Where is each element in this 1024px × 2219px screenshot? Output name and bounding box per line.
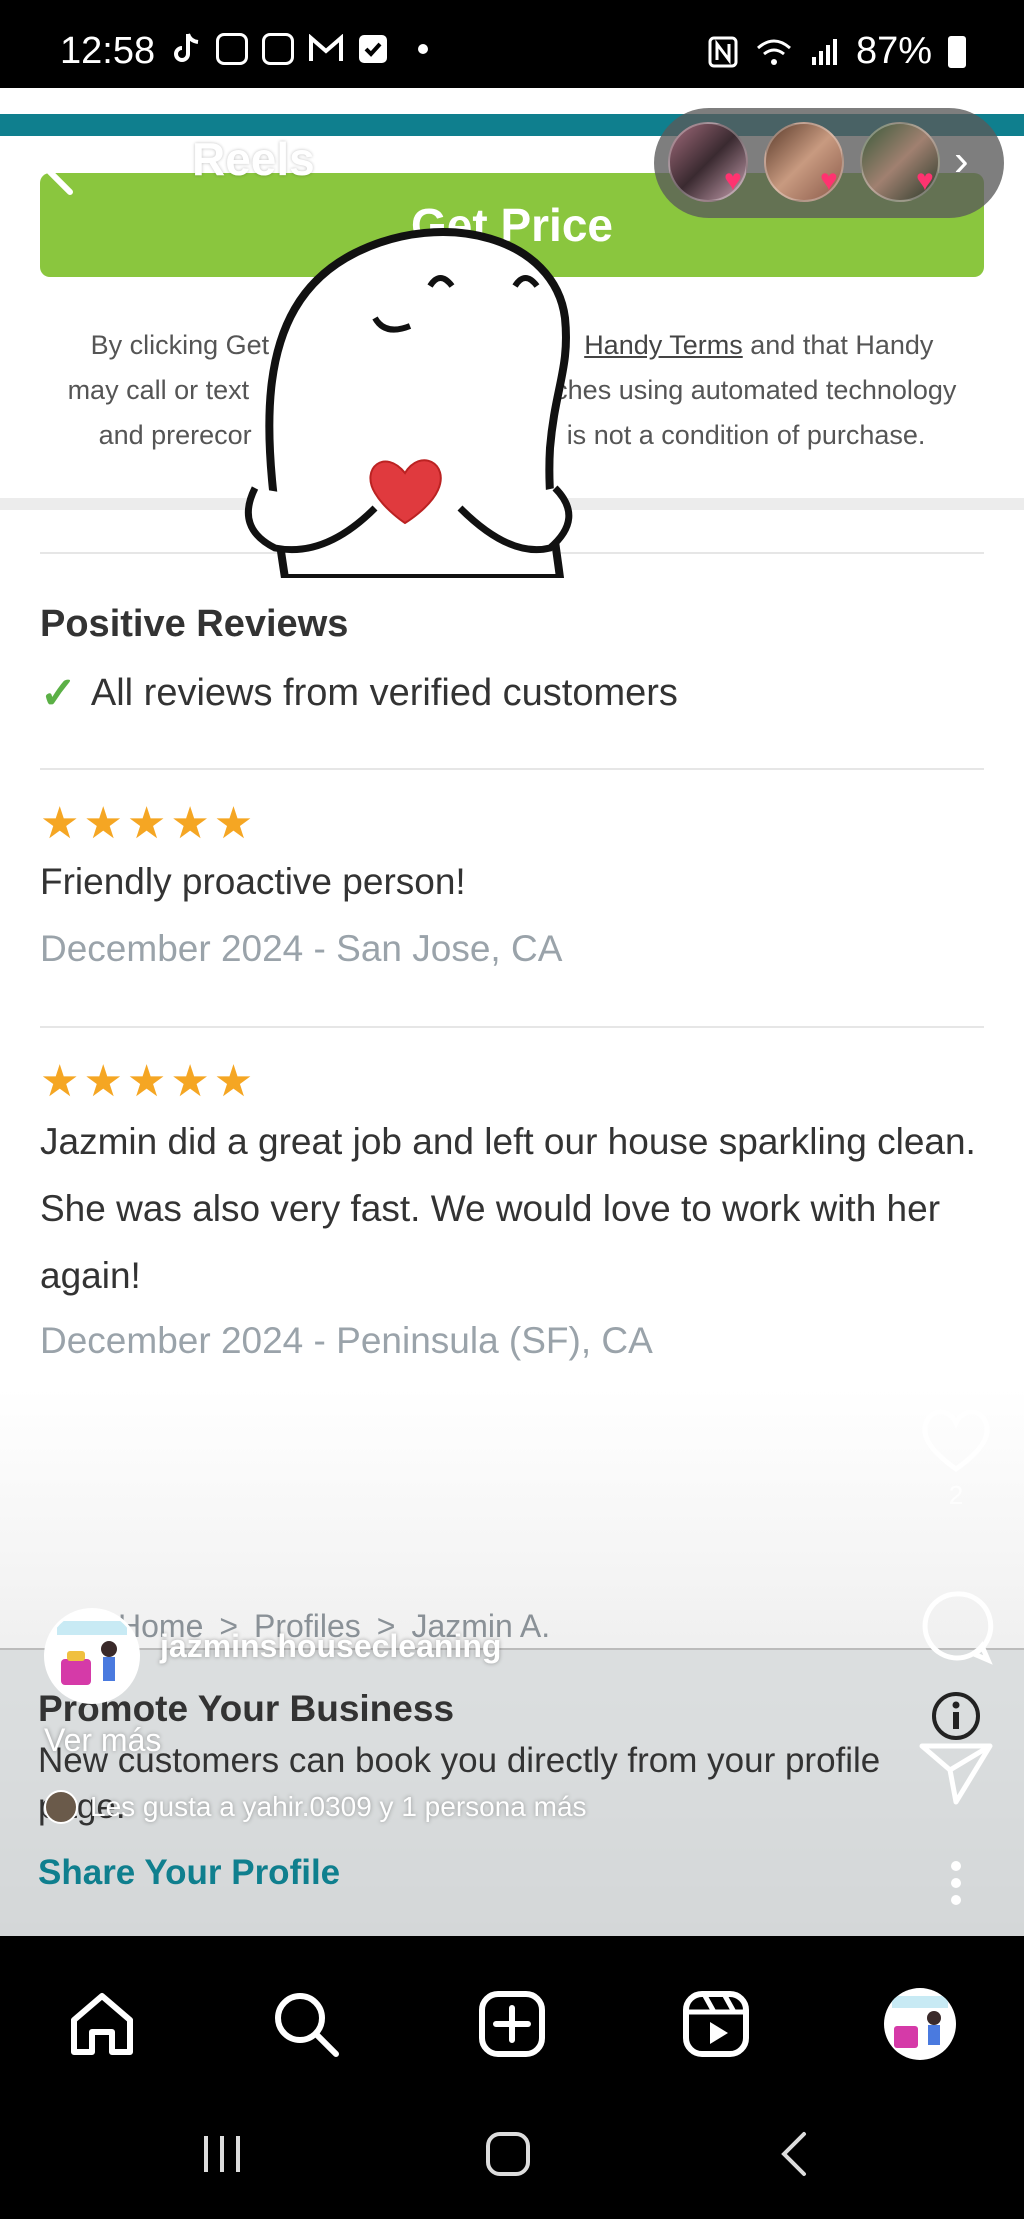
reel-video-content[interactable]: Get Price By clicking Get Handy Terms an… xyxy=(0,88,1024,1936)
share-profile-link: Share Your Profile xyxy=(38,1853,341,1892)
reviews-heading: Positive Reviews xyxy=(40,603,349,645)
handy-terms-link: Handy Terms xyxy=(584,330,743,360)
reels-icon[interactable] xyxy=(680,1988,752,2060)
recent-apps-icon[interactable] xyxy=(192,2124,252,2184)
avatar-image xyxy=(47,1611,137,1701)
instagram-icon xyxy=(216,33,248,65)
share-send-icon[interactable] xyxy=(916,1738,996,1808)
instagram-icon xyxy=(262,33,294,65)
notification-icons xyxy=(170,32,428,66)
status-right: 87% xyxy=(708,30,966,73)
task-check-icon xyxy=(359,35,387,63)
verified-note: ✓ All reviews from verified customers xyxy=(40,669,678,718)
review-text: Friendly proactive person! xyxy=(40,861,466,902)
more-options-icon[interactable] xyxy=(916,1858,996,1908)
checkmark-icon: ✓ xyxy=(40,669,77,718)
review-text: Jazmin did a great job and left our hous… xyxy=(40,1121,976,1296)
review-stars: ★★★★★ xyxy=(40,799,258,848)
wifi-icon xyxy=(756,39,791,65)
heart-badge-icon: ♥ xyxy=(820,164,838,197)
profile-avatar[interactable] xyxy=(44,1608,140,1704)
divider xyxy=(40,1026,984,1028)
status-time: 12:58 xyxy=(60,30,156,72)
info-icon[interactable] xyxy=(930,1690,982,1742)
battery-icon xyxy=(948,35,966,68)
bottom-nav xyxy=(0,1960,1024,2090)
review-meta: December 2024 - Peninsula (SF), CA xyxy=(40,1320,653,1361)
avatar-image xyxy=(892,1996,948,2048)
tiktok-icon xyxy=(174,33,199,62)
divider xyxy=(40,768,984,770)
create-post-icon[interactable] xyxy=(476,1988,548,2060)
heart-badge-icon: ♥ xyxy=(724,164,742,197)
signal-icon xyxy=(811,38,837,65)
search-icon[interactable] xyxy=(270,1988,342,2060)
heart-badge-icon: ♥ xyxy=(916,164,934,197)
status-bar: 12:58 87% xyxy=(0,0,1024,88)
system-nav xyxy=(0,2090,1024,2219)
comment-icon[interactable] xyxy=(916,1588,996,1668)
reel-username[interactable]: jazminshousecleaning xyxy=(160,1628,501,1665)
more-notifications-dot xyxy=(418,44,428,54)
friends-activity-pill[interactable]: ♥ ♥ ♥ › xyxy=(654,108,1004,218)
nfc-icon xyxy=(708,36,738,67)
heart-outline-icon[interactable] xyxy=(918,1405,994,1475)
home-icon[interactable] xyxy=(66,1988,138,2060)
review-stars: ★★★★★ xyxy=(40,1057,258,1106)
liker-avatar xyxy=(44,1790,78,1824)
like-count: 2 xyxy=(948,1480,964,1510)
home-button-icon[interactable] xyxy=(478,2124,538,2184)
battery-percent: 87% xyxy=(855,30,932,72)
gmail-icon xyxy=(309,34,343,61)
mascot-sticker xyxy=(244,228,573,578)
like-action[interactable]: 2 xyxy=(916,1405,996,1511)
back-arrow-icon[interactable] xyxy=(40,140,110,200)
back-button-icon[interactable] xyxy=(766,2124,826,2184)
reels-title: Reels xyxy=(192,133,315,185)
likes-summary[interactable]: Les gusta a yahir.0309 y 1 persona más xyxy=(44,1790,587,1824)
chevron-right-icon: › xyxy=(954,136,969,185)
review-meta: December 2024 - San Jose, CA xyxy=(40,928,563,969)
see-more-link[interactable]: Ver más xyxy=(44,1722,161,1759)
profile-tab-avatar[interactable] xyxy=(884,1988,956,2060)
